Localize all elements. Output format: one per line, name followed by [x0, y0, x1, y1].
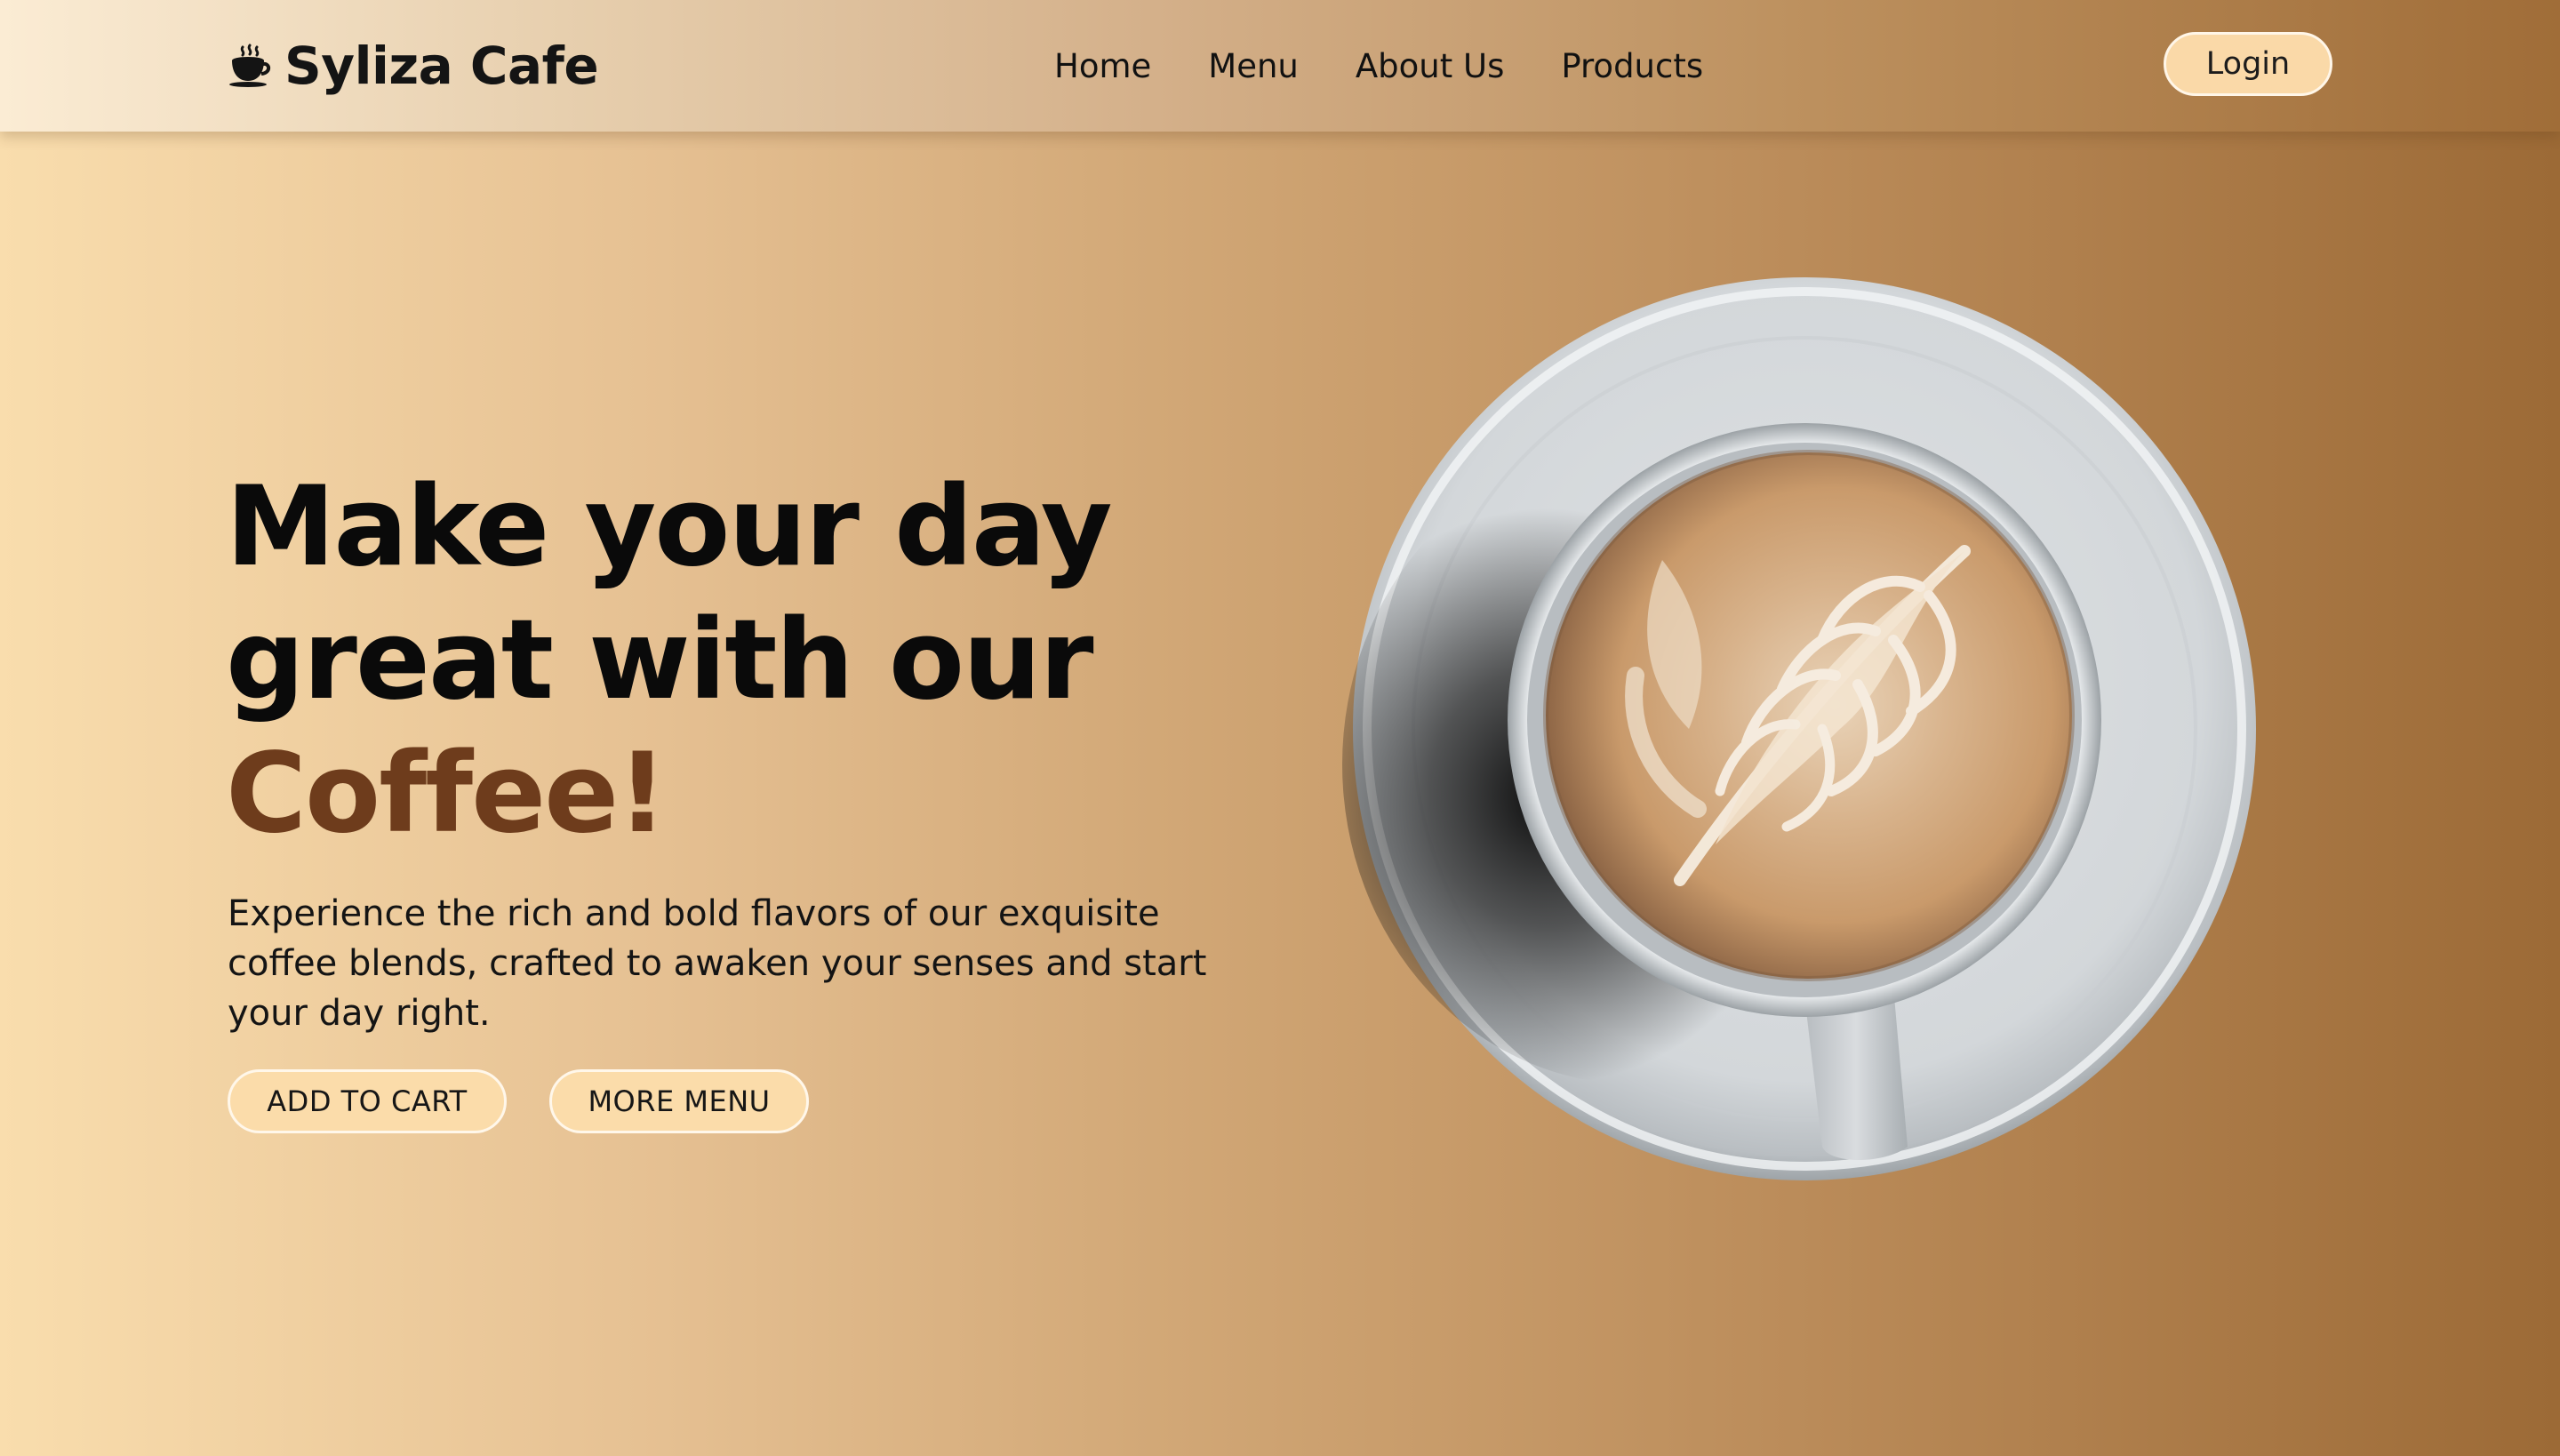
- hero-title: Make your day great with our Coffee!: [226, 460, 1113, 860]
- latte-cup-image: [1342, 277, 2256, 1180]
- add-to-cart-button[interactable]: ADD TO CART: [228, 1069, 507, 1133]
- nav-products[interactable]: Products: [1561, 47, 1703, 85]
- nav-home[interactable]: Home: [1054, 47, 1151, 85]
- coffee-cup-icon: [229, 44, 271, 87]
- brand-name: Syliza Cafe: [284, 36, 599, 96]
- brand-logo[interactable]: Syliza Cafe: [228, 32, 599, 100]
- main-nav: Home Menu About Us Products: [1054, 39, 1703, 92]
- login-button[interactable]: Login: [2164, 32, 2332, 96]
- top-nav-bar: Syliza Cafe Home Menu About Us Products …: [0, 0, 2560, 132]
- hero-actions: ADD TO CART MORE MENU: [228, 1069, 809, 1133]
- hero-title-accent: Coffee!: [226, 730, 668, 858]
- nav-about-us[interactable]: About Us: [1356, 47, 1505, 85]
- hero-title-line-1: Make your day: [226, 463, 1113, 591]
- hero-description: Experience the rich and bold flavors of …: [228, 893, 1207, 1034]
- nav-menu[interactable]: Menu: [1208, 47, 1299, 85]
- hero-title-line-2: great with our: [226, 596, 1094, 724]
- more-menu-button[interactable]: MORE MENU: [549, 1069, 809, 1133]
